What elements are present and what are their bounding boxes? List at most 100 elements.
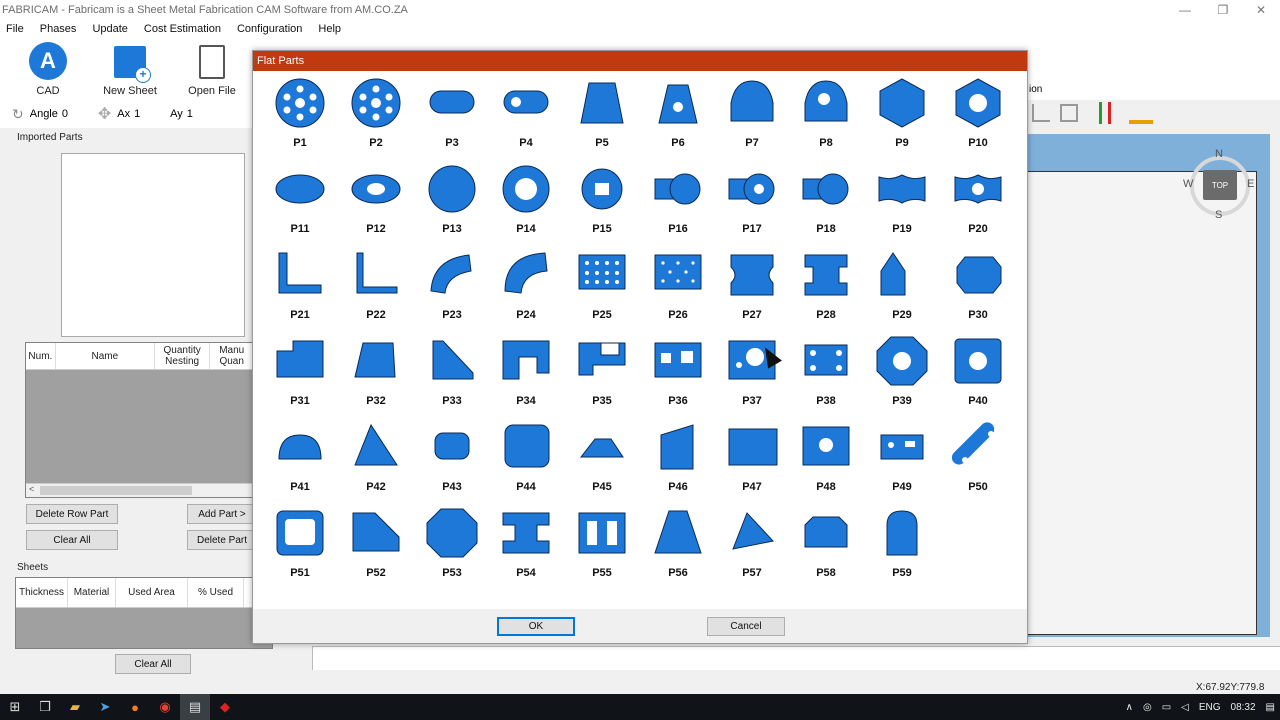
angle-tool-icon[interactable] (1032, 104, 1050, 122)
col-percent-used[interactable]: % Used (188, 578, 244, 607)
rotate-icon[interactable]: ↻ (12, 106, 24, 123)
minimize-icon[interactable]: — (1166, 0, 1204, 20)
task-view-icon[interactable]: ❒ (30, 694, 60, 720)
menu-file[interactable]: File (6, 23, 24, 35)
flat-part-p46[interactable]: P46 (641, 415, 715, 501)
flat-part-p47[interactable]: P47 (715, 415, 789, 501)
flat-part-p11[interactable]: P11 (263, 157, 337, 243)
flat-part-p39[interactable]: P39 (865, 329, 939, 415)
flat-part-p31[interactable]: P31 (263, 329, 337, 415)
chrome-icon[interactable]: ◉ (150, 694, 180, 720)
recorder-icon[interactable]: ◆ (210, 694, 240, 720)
flat-part-p50[interactable]: P50 (941, 415, 1015, 501)
maximize-icon[interactable]: ❐ (1204, 0, 1242, 20)
flat-part-p24[interactable]: P24 (489, 243, 563, 329)
flat-part-p27[interactable]: P27 (715, 243, 789, 329)
flat-part-p5[interactable]: P5 (565, 71, 639, 157)
menu-update[interactable]: Update (92, 23, 127, 35)
cancel-button[interactable]: Cancel (707, 617, 785, 636)
flat-part-p15[interactable]: P15 (565, 157, 639, 243)
tray-language[interactable]: ENG (1199, 702, 1221, 713)
flat-part-p53[interactable]: P53 (415, 501, 489, 587)
flat-part-p25[interactable]: P25 (565, 243, 639, 329)
flat-part-p20[interactable]: P20 (941, 157, 1015, 243)
flat-part-p30[interactable]: P30 (941, 243, 1015, 329)
nv-tool-icon[interactable] (1099, 102, 1111, 124)
cad-button[interactable]: A CAD (26, 42, 70, 97)
tray-clock[interactable]: 08:32 (1231, 702, 1256, 713)
col-thickness[interactable]: Thickness (16, 578, 68, 607)
flat-part-p3[interactable]: P3 (415, 71, 489, 157)
firefox-icon[interactable]: ● (120, 694, 150, 720)
flat-part-p16[interactable]: P16 (641, 157, 715, 243)
flat-part-p43[interactable]: P43 (415, 415, 489, 501)
flat-part-p42[interactable]: P42 (339, 415, 413, 501)
menu-help[interactable]: Help (318, 23, 341, 35)
flat-part-p38[interactable]: P38 (789, 329, 863, 415)
flat-part-p36[interactable]: P36 (641, 329, 715, 415)
flat-part-p56[interactable]: P56 (641, 501, 715, 587)
parts-table[interactable]: Num. Name Quantity Nesting Manu Quan < (25, 342, 255, 498)
flat-part-p10[interactable]: P10 (941, 71, 1015, 157)
flat-part-p34[interactable]: P34 (489, 329, 563, 415)
windows-start-icon[interactable]: ⊞ (0, 694, 30, 720)
new-sheet-button[interactable]: New Sheet (102, 42, 158, 97)
flat-part-p52[interactable]: P52 (339, 501, 413, 587)
delete-row-part-button[interactable]: Delete Row Part (26, 504, 118, 524)
col-used-area[interactable]: Used Area (116, 578, 188, 607)
flat-part-p13[interactable]: P13 (415, 157, 489, 243)
col-manu-quan[interactable]: Manu Quan (210, 343, 255, 369)
flat-part-p12[interactable]: P12 (339, 157, 413, 243)
scroll-thumb[interactable] (40, 486, 192, 495)
flat-part-p40[interactable]: P40 (941, 329, 1015, 415)
move-icon[interactable]: ✥ (98, 104, 111, 124)
measure-tool-icon[interactable] (1129, 102, 1153, 124)
view-top-button[interactable]: TOP (1203, 170, 1237, 200)
flat-part-p33[interactable]: P33 (415, 329, 489, 415)
tray-volume-icon[interactable]: ◁ (1181, 702, 1189, 713)
sheets-table[interactable]: Thickness Material Used Area % Used (15, 577, 273, 649)
menu-configuration[interactable]: Configuration (237, 23, 302, 35)
flat-part-p21[interactable]: P21 (263, 243, 337, 329)
tray-network-icon[interactable]: ◎ (1143, 702, 1152, 713)
notification-icon[interactable]: ▤ (1266, 702, 1275, 713)
flat-part-p58[interactable]: P58 (789, 501, 863, 587)
flat-part-p54[interactable]: P54 (489, 501, 563, 587)
col-material[interactable]: Material (68, 578, 116, 607)
flat-part-p6[interactable]: P6 (641, 71, 715, 157)
delete-part-button[interactable]: Delete Part (187, 530, 257, 550)
open-file-button[interactable]: Open File (186, 42, 238, 97)
sheet-area[interactable] (1028, 171, 1257, 635)
horizontal-scrollbar[interactable]: < (26, 483, 254, 497)
col-num[interactable]: Num. (26, 343, 56, 369)
flat-part-p51[interactable]: P51 (263, 501, 337, 587)
menu-cost-estimation[interactable]: Cost Estimation (144, 23, 221, 35)
flat-part-p9[interactable]: P9 (865, 71, 939, 157)
app-icon[interactable]: ➤ (90, 694, 120, 720)
flat-part-p26[interactable]: P26 (641, 243, 715, 329)
flat-part-p41[interactable]: P41 (263, 415, 337, 501)
flat-part-p55[interactable]: P55 (565, 501, 639, 587)
flat-part-p48[interactable]: P48 (789, 415, 863, 501)
ax-input[interactable]: 1 (134, 108, 164, 120)
flat-part-p2[interactable]: P2 (339, 71, 413, 157)
flat-part-p4[interactable]: P4 (489, 71, 563, 157)
scroll-left-icon[interactable]: < (29, 484, 34, 494)
fabricam-taskbar-icon[interactable]: ▤ (180, 694, 210, 720)
flat-part-p18[interactable]: P18 (789, 157, 863, 243)
col-quantity-nesting[interactable]: Quantity Nesting (155, 343, 211, 369)
flat-part-p14[interactable]: P14 (489, 157, 563, 243)
flat-part-p45[interactable]: P45 (565, 415, 639, 501)
box-tool-icon[interactable] (1060, 104, 1078, 122)
flat-part-p59[interactable]: P59 (865, 501, 939, 587)
flat-part-p17[interactable]: P17 (715, 157, 789, 243)
flat-part-p7[interactable]: P7 (715, 71, 789, 157)
flat-part-p29[interactable]: P29 (865, 243, 939, 329)
tray-chevron-icon[interactable]: ∧ (1126, 702, 1133, 713)
tray-battery-icon[interactable]: ▭ (1162, 702, 1171, 713)
ok-button[interactable]: OK (497, 617, 575, 636)
flat-part-p37[interactable]: P37 (715, 329, 789, 415)
close-icon[interactable]: ✕ (1242, 0, 1280, 20)
flat-part-p49[interactable]: P49 (865, 415, 939, 501)
menu-phases[interactable]: Phases (40, 23, 77, 35)
